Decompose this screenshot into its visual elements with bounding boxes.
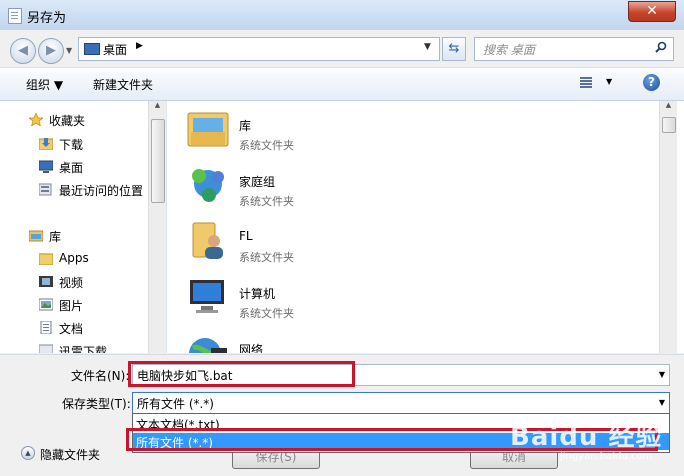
file-item-name: 网络 xyxy=(239,343,264,353)
filetype-label: 保存类型(T): xyxy=(62,397,131,411)
filename-label: 文件名(N): xyxy=(71,369,130,383)
nav-item-label: 图片 xyxy=(59,299,84,313)
filetype-value[interactable]: 所有文件 (*.*) xyxy=(137,395,214,412)
search-input[interactable]: 搜索 桌面 xyxy=(474,37,674,61)
help-icon[interactable]: ? xyxy=(643,74,660,91)
filetype-select[interactable]: 所有文件 (*.*) ▼ xyxy=(132,392,670,414)
nav-item-label: Apps xyxy=(59,251,89,265)
filetype-dropdown-icon[interactable]: ▼ xyxy=(659,398,665,407)
scroll-up-arrow-icon[interactable]: ▲ xyxy=(149,101,166,117)
nav-item-label: 视频 xyxy=(59,276,84,290)
video-icon xyxy=(39,276,53,287)
nav-item-label: 迅雷下载 xyxy=(59,345,108,353)
search-icon[interactable] xyxy=(655,41,667,56)
network-icon xyxy=(189,338,227,353)
nav-item-label: 最近访问的位置 xyxy=(59,184,144,198)
file-list: 库 系统文件夹 家庭组 系统文件夹 FL 系统文件夹 计算机 系统文件夹 网络 … xyxy=(167,101,684,353)
document-icon xyxy=(40,321,52,334)
nav-item-label: 桌面 xyxy=(59,161,84,175)
organize-button[interactable]: 组织 ▼ xyxy=(26,76,63,93)
watermark-url: jingyan.baidu.com xyxy=(560,451,653,462)
refresh-button[interactable]: ⇆ xyxy=(442,37,466,61)
file-item-network[interactable]: 网络 xyxy=(183,329,483,353)
scroll-thumb[interactable] xyxy=(151,119,165,203)
title-bar[interactable]: 另存为 ✕ xyxy=(0,0,684,30)
file-item-homegroup[interactable]: 家庭组 系统文件夹 xyxy=(183,161,483,211)
address-bar[interactable]: 桌面 ▶ ▼ xyxy=(78,37,440,61)
file-item-user-fl[interactable]: FL 系统文件夹 xyxy=(183,217,483,267)
recent-places-icon xyxy=(39,183,52,196)
nav-pane-scrollbar[interactable]: ▲ xyxy=(148,101,166,353)
desktop-icon xyxy=(84,43,100,55)
save-as-dialog: 另存为 ✕ ◀ ▶ ▼ 桌面 ▶ ▼ ⇆ 搜索 桌面 组织 ▼ 新建文件夹 ▼ … xyxy=(0,0,684,476)
nav-item-label: 下载 xyxy=(59,138,84,152)
file-item-type: 系统文件夹 xyxy=(239,139,294,152)
hide-folders-toggle[interactable]: 隐藏文件夹 xyxy=(40,446,100,463)
library-icon xyxy=(29,230,43,242)
user-folder-icon xyxy=(192,222,223,259)
folder-icon xyxy=(39,253,53,265)
back-button[interactable]: ◀ xyxy=(10,38,36,64)
desktop-icon xyxy=(39,160,53,173)
close-button[interactable]: ✕ xyxy=(628,1,676,22)
homegroup-icon xyxy=(192,169,224,202)
file-list-scrollbar[interactable]: ▲ xyxy=(659,101,677,353)
nav-item-label: 库 xyxy=(49,230,62,244)
address-dropdown-icon[interactable]: ▼ xyxy=(424,42,431,52)
file-item-type: 系统文件夹 xyxy=(239,195,294,208)
notepad-icon xyxy=(8,8,22,24)
download-folder-icon xyxy=(39,138,53,150)
file-item-type: 系统文件夹 xyxy=(239,307,294,320)
forward-button[interactable]: ▶ xyxy=(38,38,64,64)
file-item-name: 库 xyxy=(239,119,252,133)
history-dropdown-icon[interactable]: ▼ xyxy=(66,46,72,55)
new-folder-button[interactable]: 新建文件夹 xyxy=(93,76,153,93)
breadcrumb-arrow-icon[interactable]: ▶ xyxy=(136,41,143,51)
scroll-up-arrow-icon[interactable]: ▲ xyxy=(660,101,677,117)
filename-dropdown-icon[interactable]: ▼ xyxy=(659,370,665,379)
nav-item-label: 文档 xyxy=(59,322,84,336)
picture-icon xyxy=(39,298,53,311)
file-item-type: 系统文件夹 xyxy=(239,251,294,264)
navigation-pane: 收藏夹 下载 桌面 最近访问的位置 库 Apps 视频 图片 文档 迅雷下载 ▲ xyxy=(0,101,167,353)
file-item-libraries[interactable]: 库 系统文件夹 xyxy=(183,105,483,155)
file-item-computer[interactable]: 计算机 系统文件夹 xyxy=(183,273,483,323)
window-title: 另存为 xyxy=(27,11,67,26)
thunder-download-icon xyxy=(39,344,53,353)
views-dropdown-icon[interactable]: ▼ xyxy=(606,77,612,86)
star-icon xyxy=(29,113,43,126)
toolbar: 组织 ▼ 新建文件夹 ▼ ? xyxy=(0,67,684,101)
scroll-thumb[interactable] xyxy=(662,117,676,133)
filename-highlight-box xyxy=(128,361,355,387)
nav-item-label: 收藏夹 xyxy=(49,114,86,128)
file-item-name: FL xyxy=(239,229,253,243)
address-location[interactable]: 桌面 xyxy=(103,41,127,58)
file-item-name: 计算机 xyxy=(239,287,276,301)
collapse-icon[interactable]: ▲ xyxy=(21,446,35,460)
search-placeholder: 搜索 桌面 xyxy=(483,43,535,57)
library-folder-icon xyxy=(187,112,229,147)
views-icon[interactable] xyxy=(580,76,592,89)
watermark-logo: Baidu 经验 xyxy=(510,422,663,452)
computer-icon xyxy=(190,280,224,313)
file-item-name: 家庭组 xyxy=(239,175,276,189)
